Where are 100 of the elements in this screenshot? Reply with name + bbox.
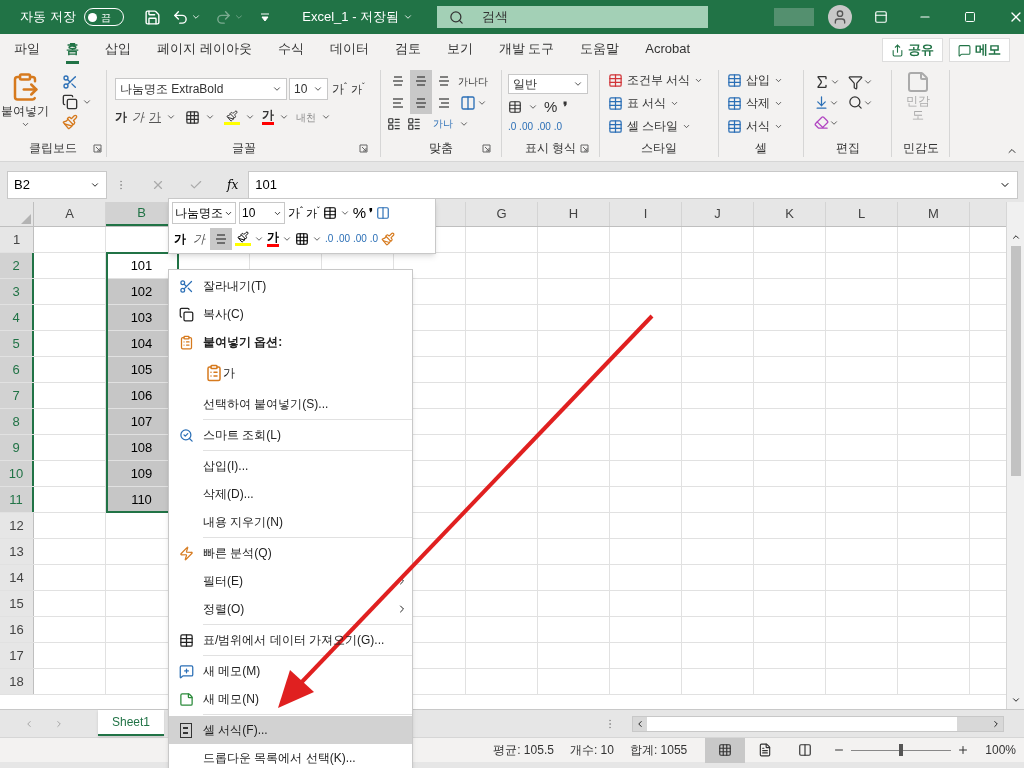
comments-button[interactable]: 메모: [949, 38, 1010, 62]
avatar-icon[interactable]: [828, 5, 853, 29]
increase-decimal-button[interactable]: .0 .00: [508, 118, 534, 134]
italic-button[interactable]: 가: [132, 108, 144, 126]
sum-icon[interactable]: [814, 74, 830, 90]
bold-button[interactable]: 가: [115, 108, 127, 126]
shrink-font-button[interactable]: 가$^{ˇ}$: [306, 205, 320, 222]
ribbon-tab[interactable]: 도움말: [580, 36, 620, 64]
ribbon-tab[interactable]: 개발 도구: [498, 36, 555, 64]
dialog-launcher-icon[interactable]: [359, 144, 368, 153]
row-header[interactable]: 7: [0, 383, 34, 408]
row-header[interactable]: 5: [0, 331, 34, 356]
row-header[interactable]: 17: [0, 643, 34, 668]
menu-item[interactable]: 새 메모(N): [169, 685, 412, 713]
row-header[interactable]: 16: [0, 617, 34, 642]
caret-icon[interactable]: [862, 77, 873, 87]
font-color-button[interactable]: 가: [267, 230, 279, 247]
paste-option-button[interactable]: 가: [205, 364, 235, 382]
ribbon-tab[interactable]: 페이지 레이아웃: [157, 36, 252, 64]
scroll-down-icon[interactable]: [1010, 695, 1021, 705]
row-header[interactable]: 10: [0, 461, 34, 486]
number-format-field[interactable]: 일반: [508, 74, 588, 94]
ribbon-tab[interactable]: 데이터: [329, 36, 369, 64]
column-header[interactable]: L: [826, 202, 898, 226]
caret-icon[interactable]: [191, 12, 202, 22]
font-size-field[interactable]: 10: [239, 202, 285, 225]
dialog-launcher-icon[interactable]: [93, 144, 102, 153]
cells-button[interactable]: 삭제: [727, 93, 795, 113]
scroll-up-icon[interactable]: [1010, 232, 1021, 242]
menu-item[interactable]: 드롭다운 목록에서 선택(K)...: [169, 744, 412, 768]
row-header[interactable]: 9: [0, 435, 34, 460]
merge-icon[interactable]: [460, 95, 476, 111]
wrap-text-button[interactable]: 가나다: [458, 73, 488, 89]
row-header[interactable]: 12: [0, 513, 34, 538]
ribbon-tab[interactable]: 보기: [446, 36, 473, 64]
row-header[interactable]: 6: [0, 357, 34, 382]
caret-icon[interactable]: [321, 112, 331, 122]
column-header[interactable]: H: [538, 202, 610, 226]
scroll-left-icon[interactable]: [635, 718, 645, 729]
decrease-decimal-button[interactable]: .00 .0: [537, 118, 563, 134]
fill-color-icon[interactable]: [235, 231, 251, 246]
cut-icon[interactable]: [62, 74, 78, 90]
name-box[interactable]: B2: [7, 171, 107, 199]
paste-button[interactable]: 붙여넣기: [0, 72, 50, 130]
ribbon-tab[interactable]: 수식: [277, 36, 304, 64]
orientation-button[interactable]: 가나: [433, 116, 453, 131]
function-button[interactable]: fx: [227, 176, 239, 194]
search-field[interactable]: 검색: [437, 6, 709, 28]
menu-item[interactable]: 새 메모(M): [169, 657, 412, 685]
caret-icon[interactable]: [245, 112, 255, 122]
sort-filter-icon[interactable]: [847, 74, 863, 90]
scroll-right-icon[interactable]: [991, 718, 1001, 729]
row-header[interactable]: 14: [0, 565, 34, 590]
eraser-icon[interactable]: [814, 115, 829, 130]
style-button[interactable]: 표 서식: [608, 93, 710, 113]
italic-button[interactable]: 가: [191, 229, 207, 248]
borders-icon[interactable]: [295, 231, 309, 246]
grow-font-button[interactable]: 가$^{ˆ}$: [288, 204, 303, 223]
cells-button[interactable]: 삽입: [727, 70, 795, 90]
ribbon-tab[interactable]: Acrobat: [645, 36, 691, 64]
caret-icon[interactable]: [166, 112, 176, 122]
formula-field[interactable]: 101: [248, 171, 1018, 199]
undo-icon[interactable]: [172, 8, 190, 26]
column-header[interactable]: M: [898, 202, 970, 226]
zoom-thumb[interactable]: [899, 744, 904, 756]
ribbon-display-icon[interactable]: [874, 10, 889, 24]
bold-button[interactable]: 가: [172, 229, 188, 248]
menu-item[interactable]: 빠른 분석(Q): [169, 539, 412, 567]
zoom-in-icon[interactable]: [957, 744, 970, 756]
share-button[interactable]: 공유: [882, 38, 943, 62]
percent-button[interactable]: %: [352, 202, 367, 225]
menu-item[interactable]: 정렬(O): [169, 595, 412, 623]
increase-decimal-button[interactable]: .0 .00: [325, 231, 351, 246]
row-header[interactable]: 1: [0, 227, 34, 252]
font-color-button[interactable]: 가: [262, 109, 274, 125]
save-icon[interactable]: [143, 8, 161, 26]
maximize-icon[interactable]: [964, 11, 977, 23]
center-align-button[interactable]: [210, 227, 232, 250]
borders-icon[interactable]: [185, 109, 200, 125]
view-button[interactable]: [705, 737, 746, 763]
menu-item[interactable]: 셀 서식(F)...: [169, 716, 412, 744]
caret-icon[interactable]: [279, 112, 289, 122]
comma-button[interactable]: ❜: [369, 204, 374, 223]
comma-button[interactable]: ❜: [563, 96, 569, 118]
column-header[interactable]: G: [466, 202, 538, 226]
cells-button[interactable]: 서식: [727, 116, 795, 136]
column-header[interactable]: I: [610, 202, 682, 226]
style-button[interactable]: 조건부 서식: [608, 70, 710, 90]
font-name-field[interactable]: 나눔명조: [172, 202, 236, 225]
row-header[interactable]: 4: [0, 305, 34, 330]
ribbon-tab[interactable]: 검토: [394, 36, 421, 64]
file-title[interactable]: Excel_1 - 저장됨: [302, 7, 414, 27]
caret-icon[interactable]: [477, 98, 487, 108]
copy-icon[interactable]: [62, 94, 78, 110]
caret-icon[interactable]: [205, 112, 215, 122]
dialog-launcher-icon[interactable]: [482, 144, 491, 153]
fill-color-icon[interactable]: [224, 109, 240, 125]
row-header[interactable]: 11: [0, 487, 34, 512]
caret-icon[interactable]: [82, 97, 92, 107]
customize-icon[interactable]: [260, 12, 271, 22]
